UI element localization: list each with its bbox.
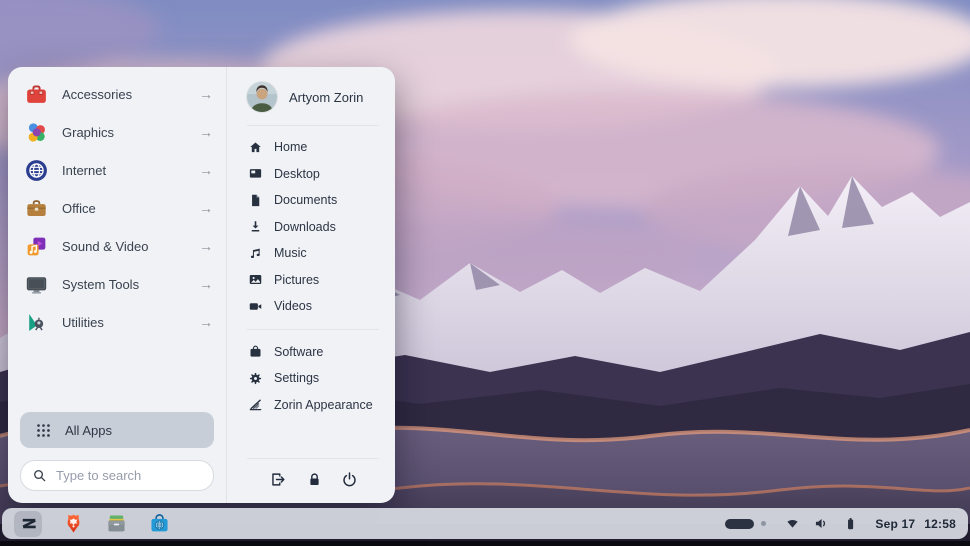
place-pictures[interactable]: Pictures <box>245 267 381 294</box>
place-label: Downloads <box>274 220 336 234</box>
avatar <box>247 82 277 112</box>
home-icon <box>248 140 263 155</box>
category-label: Graphics <box>62 125 114 140</box>
place-music[interactable]: Music <box>245 240 381 267</box>
place-label: Music <box>274 246 307 260</box>
clock[interactable]: Sep 17 12:58 <box>871 517 956 531</box>
desktop: Accessories → Graphics → <box>0 0 970 546</box>
logout-icon[interactable] <box>269 470 288 489</box>
place-videos[interactable]: Videos <box>245 293 381 320</box>
taskbar-status-area: Sep 17 12:58 <box>725 515 956 532</box>
places-column: Artyom Zorin Home Desktop <box>227 67 395 503</box>
user-name: Artyom Zorin <box>289 90 363 105</box>
category-label: Accessories <box>62 87 132 102</box>
category-graphics[interactable]: Graphics → <box>8 113 226 151</box>
shortcut-label: Software <box>274 345 323 359</box>
category-label: Sound & Video <box>62 239 149 254</box>
chevron-right-icon: → <box>199 239 213 253</box>
download-icon <box>248 219 263 234</box>
workspace-inactive-dot <box>761 521 766 526</box>
music-note-icon <box>248 246 263 261</box>
files-icon[interactable] <box>105 512 128 535</box>
category-sound-video[interactable]: Sound & Video → <box>8 227 226 265</box>
place-label: Documents <box>274 193 337 207</box>
shortcut-settings[interactable]: Settings <box>245 365 381 392</box>
document-icon <box>248 193 263 208</box>
category-label: Utilities <box>62 315 104 330</box>
category-system-tools[interactable]: System Tools → <box>8 265 226 303</box>
clock-date: Sep 17 <box>875 517 915 531</box>
all-apps-button[interactable]: All Apps <box>20 412 214 448</box>
brave-browser-icon[interactable] <box>62 512 85 535</box>
category-label: System Tools <box>62 277 139 292</box>
color-palette-icon <box>24 120 49 145</box>
monitor-icon <box>24 272 49 297</box>
shortcut-zorin-appearance[interactable]: Zorin Appearance <box>245 392 381 419</box>
session-area <box>245 445 381 491</box>
place-label: Desktop <box>274 167 320 181</box>
chevron-right-icon: → <box>199 87 213 101</box>
place-home[interactable]: Home <box>245 134 381 161</box>
toolbox-icon <box>24 82 49 107</box>
clock-time: 12:58 <box>924 517 956 531</box>
search-icon <box>32 468 47 483</box>
session-buttons <box>245 459 381 491</box>
taskbar: Sep 17 12:58 <box>2 508 968 539</box>
briefcase-icon <box>24 196 49 221</box>
category-utilities[interactable]: Utilities → <box>8 303 226 341</box>
search-bar[interactable] <box>20 460 214 491</box>
category-accessories[interactable]: Accessories → <box>8 75 226 113</box>
workspace-indicator[interactable] <box>725 519 766 529</box>
category-label: Office <box>62 201 96 216</box>
app-menu-panel: Accessories → Graphics → <box>8 67 395 503</box>
lock-icon[interactable] <box>305 470 324 489</box>
video-camera-icon <box>248 299 263 314</box>
divider <box>247 125 379 126</box>
power-icon[interactable] <box>340 470 359 489</box>
place-documents[interactable]: Documents <box>245 187 381 214</box>
category-column: Accessories → Graphics → <box>8 67 227 503</box>
battery-icon[interactable] <box>842 515 859 532</box>
shortcut-software[interactable]: Software <box>245 339 381 366</box>
wifi-icon[interactable] <box>784 515 801 532</box>
chevron-right-icon: → <box>199 315 213 329</box>
utilities-icon <box>24 310 49 335</box>
zorin-menu-button[interactable] <box>14 511 42 537</box>
place-desktop[interactable]: Desktop <box>245 161 381 188</box>
media-icon <box>24 234 49 259</box>
software-bag-icon <box>248 344 263 359</box>
volume-icon[interactable] <box>813 515 830 532</box>
desktop-icon <box>248 166 263 181</box>
divider <box>247 329 379 330</box>
picture-icon <box>248 272 263 287</box>
place-label: Home <box>274 140 307 154</box>
chevron-right-icon: → <box>199 277 213 291</box>
search-input[interactable] <box>56 468 202 483</box>
user-account[interactable]: Artyom Zorin <box>245 80 381 112</box>
workspace-active-pill <box>725 519 754 529</box>
category-label: Internet <box>62 163 106 178</box>
grid-icon <box>35 422 52 439</box>
place-label: Videos <box>274 299 312 313</box>
place-label: Pictures <box>274 273 319 287</box>
chevron-right-icon: → <box>199 163 213 177</box>
gear-icon <box>248 371 263 386</box>
category-office[interactable]: Office → <box>8 189 226 227</box>
zorin-appearance-icon <box>248 397 263 412</box>
chevron-right-icon: → <box>199 201 213 215</box>
category-internet[interactable]: Internet → <box>8 151 226 189</box>
all-apps-label: All Apps <box>65 423 112 438</box>
shortcut-label: Settings <box>274 371 319 385</box>
zorin-logo-icon <box>17 512 40 535</box>
place-downloads[interactable]: Downloads <box>245 214 381 241</box>
globe-icon <box>24 158 49 183</box>
software-store-icon[interactable] <box>148 512 171 535</box>
taskbar-apps <box>14 511 171 537</box>
chevron-right-icon: → <box>199 125 213 139</box>
shortcut-label: Zorin Appearance <box>274 398 373 412</box>
